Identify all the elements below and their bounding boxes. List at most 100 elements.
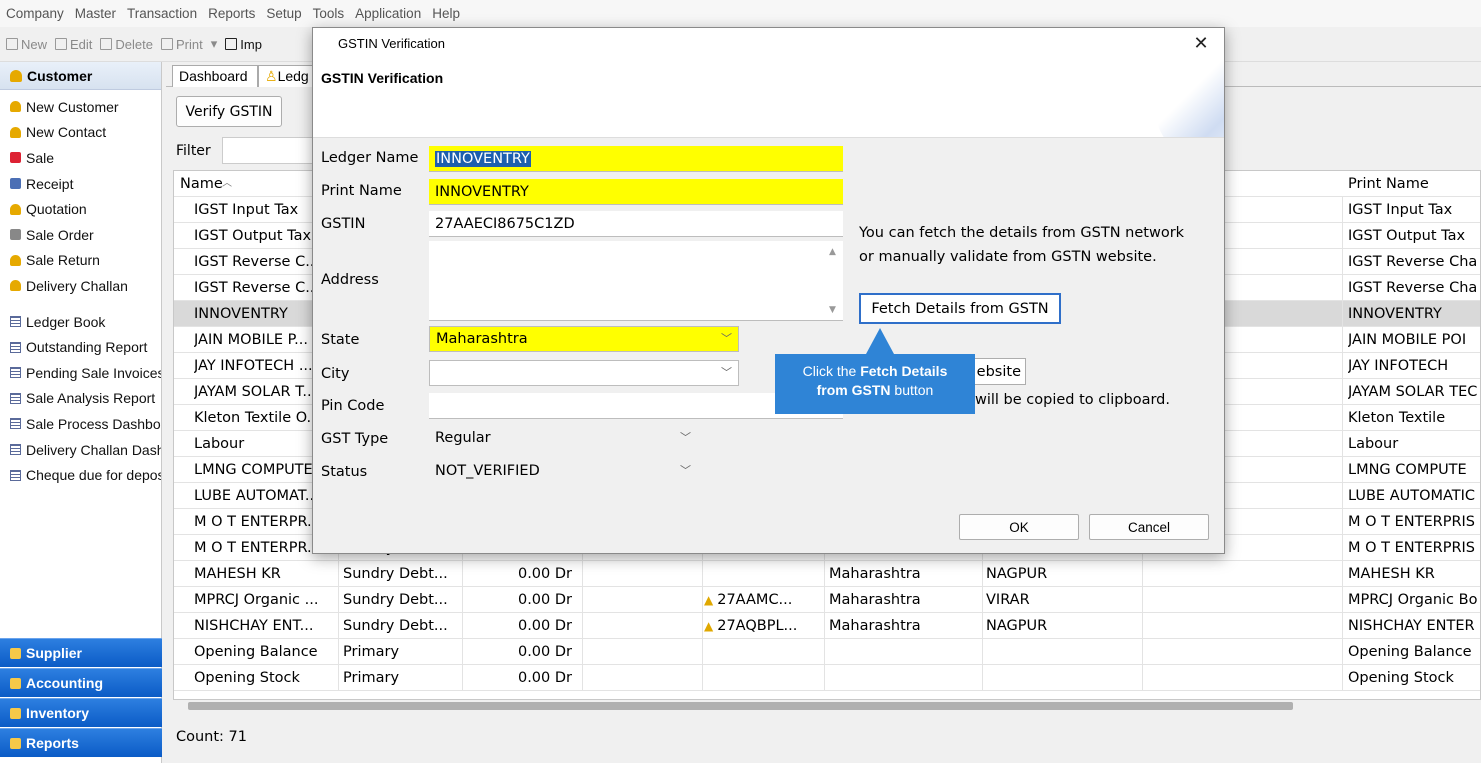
column-header-name[interactable]: Name	[180, 171, 223, 197]
fetch-details-button[interactable]: Fetch Details from GSTN	[859, 293, 1061, 324]
menu-help[interactable]: Help	[432, 6, 460, 21]
sidebar-section-accounting[interactable]: Accounting	[0, 668, 162, 697]
table-cell-print: IGST Input Tax	[1348, 202, 1453, 218]
warning-icon: ▲	[704, 593, 714, 607]
address-scrollbar[interactable]: ▲ ▼	[825, 241, 843, 321]
close-icon[interactable]: ✕	[1188, 30, 1214, 56]
sidebar-item-new-customer[interactable]: New Customer	[0, 94, 161, 120]
column-divider	[1342, 639, 1343, 665]
verify-gstin-button[interactable]: Verify GSTIN	[176, 96, 282, 127]
horizontal-scrollbar[interactable]	[188, 702, 1293, 710]
gstin-label: GSTIN	[321, 216, 366, 232]
gstin-verification-dialog: GSTIN Verification ✕ GSTIN Verification …	[312, 27, 1225, 554]
ok-button[interactable]: OK	[959, 514, 1079, 540]
ledger-name-field[interactable]: INNOVENTRY	[429, 146, 843, 172]
sidebar-item-outstanding-report[interactable]: Outstanding Report	[0, 334, 161, 360]
person-icon: ♙	[265, 68, 278, 84]
gstin-field[interactable]: 27AAECI8675C1ZD	[429, 211, 843, 237]
table-row[interactable]: Opening Stock Primary 0.00 Dr Opening Stock	[174, 665, 1480, 691]
column-divider	[1342, 405, 1343, 431]
column-divider	[1142, 639, 1143, 665]
table-cell-name: MPRCJ Organic ...	[194, 592, 319, 608]
gst-type-select[interactable]: Regular ﹀	[429, 426, 697, 452]
print-icon	[161, 38, 173, 50]
column-divider	[982, 587, 983, 613]
sidebar-item-sale-order[interactable]: Sale Order	[0, 222, 161, 248]
edit-button[interactable]: Edit	[55, 37, 92, 52]
status-select[interactable]: NOT_VERIFIED ﹀	[429, 459, 697, 485]
table-cell-city: NAGPUR	[986, 566, 1048, 582]
dialog-window-title: GSTIN Verification	[338, 35, 445, 51]
warning-icon: ▲	[704, 619, 714, 633]
city-select[interactable]: ﹀	[429, 360, 739, 386]
table-cell-name: Opening Balance	[194, 644, 318, 660]
person-icon	[10, 69, 22, 82]
menu-application[interactable]: Application	[355, 6, 421, 21]
sidebar-section-supplier[interactable]: Supplier	[0, 638, 162, 667]
tab-dashboard[interactable]: Dashboard	[172, 65, 258, 87]
scroll-down-icon[interactable]: ▼	[829, 305, 836, 315]
sidebar-item-sale[interactable]: Sale	[0, 145, 161, 171]
clipboard-note: will be copied to clipboard.	[975, 392, 1170, 408]
table-row[interactable]: MAHESH KR Sundry Debt... 0.00 Dr Maharashtr…	[174, 561, 1480, 587]
address-field[interactable]: ▲ ▼	[429, 241, 843, 321]
column-header-print-name[interactable]: Print Name	[1348, 171, 1429, 197]
delete-button[interactable]: Delete	[100, 37, 153, 52]
chevron-down-icon: ﹀	[721, 366, 732, 379]
column-divider	[1142, 613, 1143, 639]
sidebar-item-ledger-book[interactable]: Ledger Book	[0, 309, 161, 335]
report-icon	[10, 341, 21, 353]
filter-input[interactable]	[222, 137, 322, 164]
print-button[interactable]: Print	[161, 37, 203, 52]
sidebar-section-inventory[interactable]: Inventory	[0, 698, 162, 727]
import-button[interactable]: Imp	[225, 37, 262, 52]
menu-setup[interactable]: Setup	[266, 6, 301, 21]
tab-ledger[interactable]: ♙Ledg	[258, 65, 318, 87]
sidebar-item-pending-sale-invoices[interactable]: Pending Sale Invoices	[0, 360, 161, 386]
sidebar-section-reports[interactable]: Reports	[0, 728, 162, 757]
sidebar-item-receipt[interactable]: Receipt	[0, 171, 161, 197]
person-icon	[10, 203, 21, 215]
print-name-field[interactable]: INNOVENTRY	[429, 179, 843, 205]
column-divider	[462, 639, 463, 665]
chevron-down-icon: ﹀	[721, 332, 732, 345]
menu-tools[interactable]: Tools	[313, 6, 345, 21]
table-row[interactable]: Opening Balance Primary 0.00 Dr Opening Bal…	[174, 639, 1480, 665]
new-button[interactable]: New	[6, 37, 47, 52]
column-divider	[702, 587, 703, 613]
menu-reports[interactable]: Reports	[208, 6, 255, 21]
state-select[interactable]: Maharashtra ﹀	[429, 326, 739, 352]
cancel-button[interactable]: Cancel	[1089, 514, 1209, 540]
table-cell-name: MAHESH KR	[194, 566, 281, 582]
sidebar-item-delivery-challan-dashboard[interactable]: Delivery Challan Dashl	[0, 437, 161, 463]
chevron-down-icon: ▾	[210, 36, 218, 51]
gst-type-label: GST Type	[321, 431, 389, 447]
print-dropdown[interactable]: ▾	[211, 36, 218, 52]
table-row[interactable]: MPRCJ Organic ... Sundry Debt... 0.00 Dr ▲ 2…	[174, 587, 1480, 613]
sidebar-item-sale-analysis-report[interactable]: Sale Analysis Report	[0, 386, 161, 412]
table-row[interactable]: NISHCHAY ENT... Sundry Debt... 0.00 Dr ▲ 27A…	[174, 613, 1480, 639]
column-divider	[1342, 509, 1343, 535]
menu-master[interactable]: Master	[75, 6, 116, 21]
column-divider	[1342, 275, 1343, 301]
scroll-up-icon[interactable]: ▲	[829, 247, 836, 257]
sidebar-item-sale-return[interactable]: Sale Return	[0, 248, 161, 274]
sidebar-header-customer[interactable]: Customer	[0, 62, 161, 90]
column-divider	[462, 587, 463, 613]
sidebar-item-delivery-challan[interactable]: Delivery Challan	[0, 273, 161, 299]
sidebar-item-sale-process-dashboard[interactable]: Sale Process Dashboa	[0, 411, 161, 437]
menu-company[interactable]: Company	[6, 6, 64, 21]
table-cell-bal: 0.00 Dr	[517, 566, 572, 582]
dialog-header: GSTIN Verification	[321, 70, 444, 86]
column-divider	[582, 561, 583, 587]
table-cell-print: LMNG COMPUTE	[1348, 462, 1467, 478]
menu-transaction[interactable]: Transaction	[127, 6, 197, 21]
sidebar-item-quotation[interactable]: Quotation	[0, 196, 161, 222]
column-divider	[1342, 301, 1343, 327]
sidebar-item-new-contact[interactable]: New Contact	[0, 120, 161, 146]
report-icon	[10, 418, 21, 430]
column-divider	[1342, 249, 1343, 275]
sidebar-item-cheque-due[interactable]: Cheque due for depos	[0, 462, 161, 488]
column-divider	[982, 639, 983, 665]
sale-icon	[10, 152, 21, 164]
